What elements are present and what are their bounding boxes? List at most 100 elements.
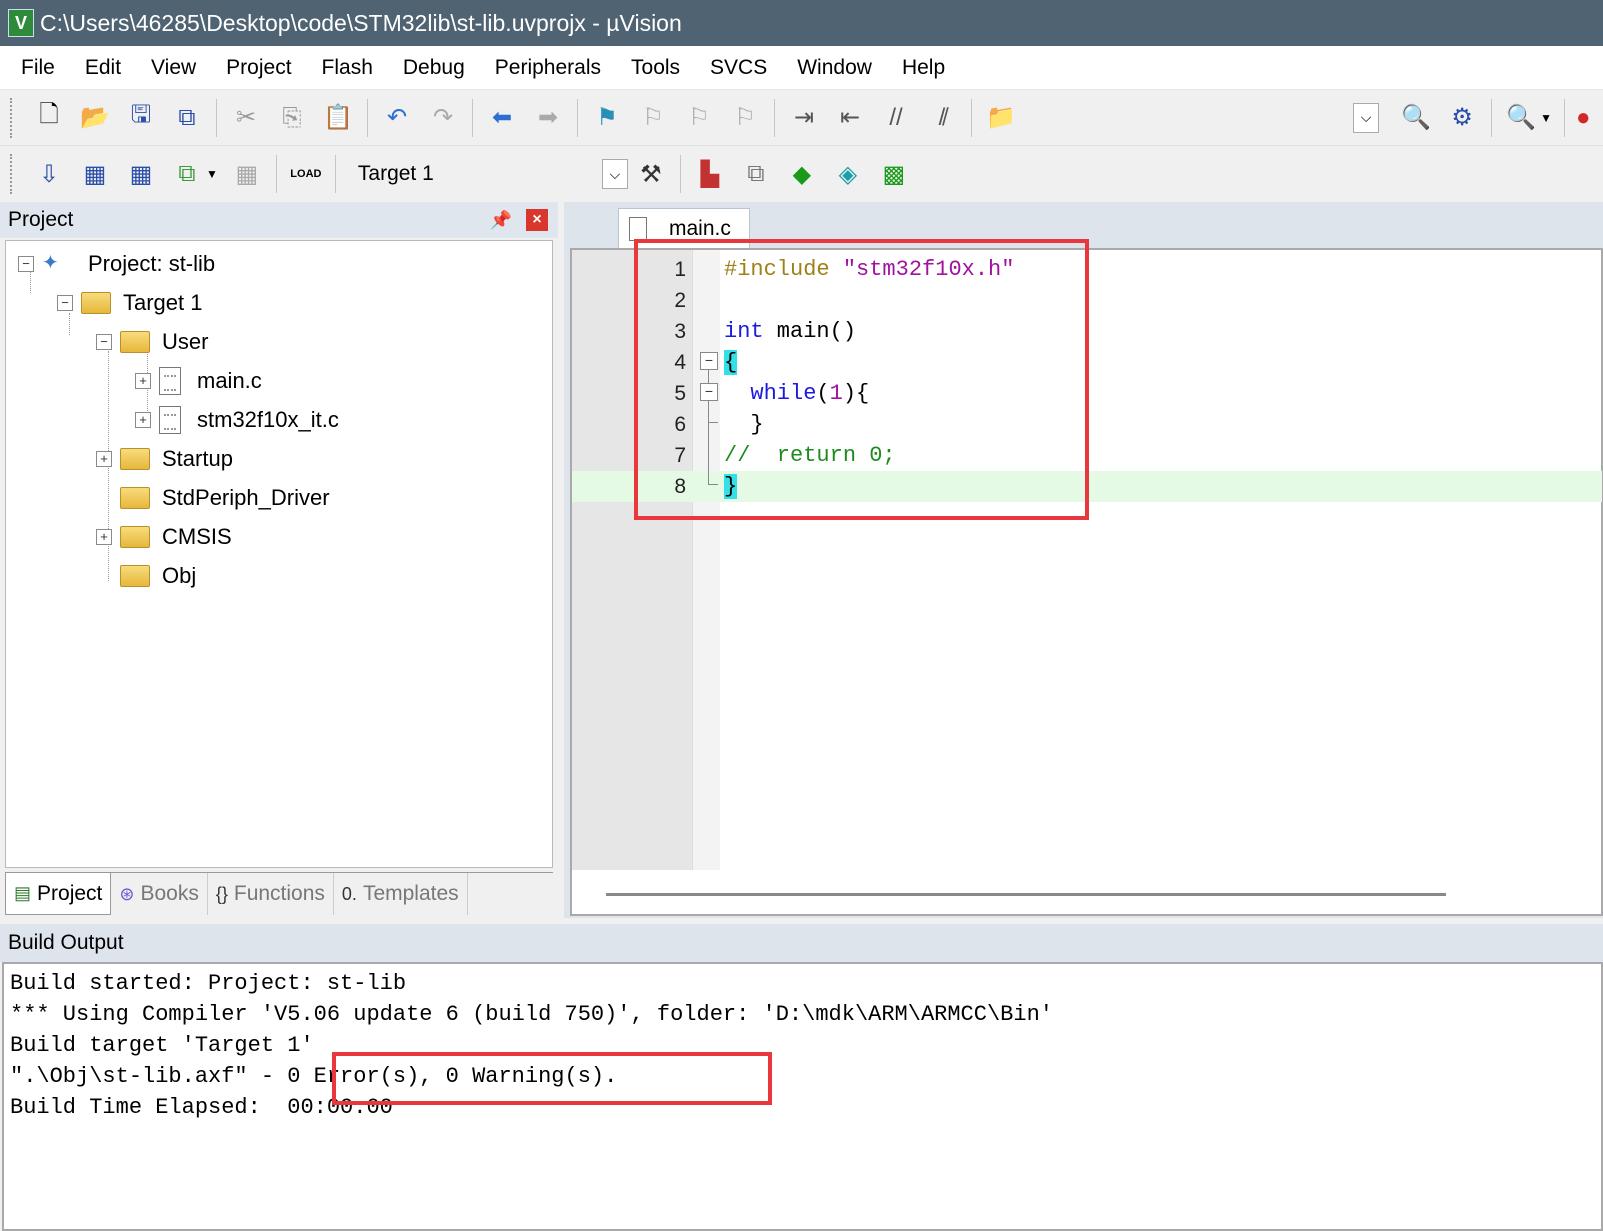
rebuild-icon[interactable]: ▦ [123, 156, 159, 192]
tree-item-label: Obj [162, 563, 197, 588]
tree-item-file-main[interactable]: + main.c [135, 362, 262, 400]
toolbar-grip[interactable] [10, 97, 14, 138]
tab-label: Functions [233, 882, 325, 905]
c-file-icon [159, 406, 181, 434]
find-in-files-icon[interactable]: 📁 [983, 100, 1019, 136]
bookmark-icon[interactable]: ⚑ [589, 100, 625, 136]
build-icon[interactable]: ▦ [77, 156, 113, 192]
toolbar-grip[interactable] [10, 154, 14, 194]
navigate-back-icon[interactable]: ⬅ [484, 100, 520, 136]
close-icon[interactable]: × [526, 209, 548, 231]
toolbar-separator [216, 98, 217, 137]
find-dropdown-arrow[interactable]: ⌵ [1353, 102, 1380, 133]
menu-view[interactable]: View [136, 56, 211, 80]
tab-books[interactable]: ⊛ Books [111, 873, 208, 915]
menu-help[interactable]: Help [887, 56, 960, 80]
build-output-header: Build Output [0, 924, 1603, 962]
menu-debug[interactable]: Debug [388, 56, 480, 80]
menu-tools[interactable]: Tools [616, 56, 695, 80]
breakpoint-icon[interactable]: ● [1576, 100, 1598, 136]
tree-item-group-startup[interactable]: + Startup [96, 440, 233, 478]
tree-item-target[interactable]: − Target 1 [57, 284, 203, 322]
tab-label: Project [37, 881, 103, 905]
chevron-down-icon[interactable]: ⌵ [601, 159, 628, 189]
uncomment-icon[interactable]: /̸ [924, 100, 960, 136]
redo-icon[interactable]: ↷ [425, 100, 461, 136]
manage-project-items-icon[interactable]: ▙ [692, 156, 728, 192]
save-icon[interactable]: 🖫 [123, 100, 159, 136]
collapse-icon[interactable]: − [18, 256, 34, 272]
tree-item-label: Target 1 [123, 290, 203, 315]
target-folder-icon [81, 292, 111, 314]
menu-file[interactable]: File [6, 56, 70, 80]
tree-item-group-obj[interactable]: Obj [96, 557, 196, 595]
configure-icon[interactable]: 🔍 [1503, 100, 1539, 136]
tree-item-group-user[interactable]: − User [96, 323, 208, 361]
build-output-pane[interactable]: Build started: Project: st-lib *** Using… [2, 962, 1603, 1231]
next-bookmark-icon[interactable]: ⚐ [681, 100, 717, 136]
stop-build-icon[interactable]: ▦ [229, 156, 265, 192]
tab-functions[interactable]: {} Functions [208, 873, 334, 915]
tree-item-file-it[interactable]: + stm32f10x_it.c [135, 401, 339, 439]
menu-flash[interactable]: Flash [307, 56, 388, 80]
toolbar-separator [472, 98, 473, 137]
undo-icon[interactable]: ↶ [379, 100, 415, 136]
toolbar-separator [1491, 98, 1493, 137]
toolbar-separator [367, 98, 368, 137]
menu-project[interactable]: Project [211, 56, 306, 80]
toolbar-separator [1564, 98, 1565, 137]
editor-tab-label: main.c [669, 216, 731, 240]
menu-window[interactable]: Window [782, 56, 887, 80]
indent-icon[interactable]: ⇥ [786, 100, 822, 136]
unindent-icon[interactable]: ⇤ [832, 100, 868, 136]
new-file-icon[interactable]: 🗋 [31, 100, 67, 136]
download-load-icon[interactable]: LOAD [288, 156, 324, 192]
tab-label: Templates [362, 882, 459, 905]
menu-svcs[interactable]: SVCS [695, 56, 782, 80]
select-packs-icon[interactable]: ◈ [830, 156, 866, 192]
books-icon: ⊛ [119, 883, 135, 904]
pin-icon[interactable]: 📌 [490, 210, 512, 231]
batch-build-dropdown-icon[interactable]: ▼ [206, 167, 218, 181]
file-extensions-icon[interactable]: ⧉ [738, 156, 774, 192]
window-title: C:\Users\46285\Desktop\code\STM32lib\st-… [40, 9, 682, 36]
translate-icon[interactable]: ⇩ [31, 156, 67, 192]
prev-bookmark-icon[interactable]: ⚐ [635, 100, 671, 136]
folder-open-icon [120, 331, 150, 353]
folder-icon [120, 487, 150, 509]
target-select[interactable]: Target 1 ⌵ [348, 156, 628, 192]
paste-icon[interactable]: 📋 [320, 100, 356, 136]
tab-project[interactable]: ▤ Project [5, 873, 112, 915]
debug-session-icon[interactable]: ⚙ [1444, 100, 1480, 136]
tree-item-project[interactable]: − ✦ Project: st-lib [18, 245, 215, 283]
expand-icon[interactable]: + [135, 412, 151, 428]
navigate-forward-icon[interactable]: ➡ [530, 100, 566, 136]
tab-templates[interactable]: 0. Templates [334, 873, 468, 915]
expand-icon[interactable]: + [96, 529, 112, 545]
open-file-icon[interactable]: 📂 [77, 100, 113, 136]
batch-build-icon[interactable]: ⧉ [169, 156, 205, 192]
clear-bookmarks-icon[interactable]: ⚐ [727, 100, 763, 136]
manage-run-time-icon[interactable]: ◆ [784, 156, 820, 192]
folder-icon [120, 565, 150, 587]
save-all-icon[interactable]: ⧉ [169, 100, 205, 136]
configure-dropdown-icon[interactable]: ▼ [1540, 111, 1552, 125]
expand-icon[interactable]: + [96, 451, 112, 467]
pack-installer-icon[interactable]: ▩ [876, 156, 912, 192]
menu-edit[interactable]: Edit [70, 56, 136, 80]
target-options-icon[interactable]: ⚒ [633, 156, 669, 192]
expand-icon[interactable]: + [135, 373, 151, 389]
copy-icon[interactable]: ⎘ [274, 100, 310, 136]
collapse-icon[interactable]: − [57, 295, 73, 311]
menu-peripherals[interactable]: Peripherals [480, 56, 616, 80]
cut-icon[interactable]: ✂ [228, 100, 264, 136]
incremental-find-icon[interactable]: 🔍 [1398, 100, 1434, 136]
project-panel-header: Project 📌 × [0, 202, 558, 238]
toolbar-separator [774, 98, 775, 137]
build-output-title: Build Output [8, 931, 124, 954]
horizontal-scrollbar[interactable] [606, 893, 1446, 896]
tree-item-group-stdperiph[interactable]: StdPeriph_Driver [96, 479, 330, 517]
tree-item-group-cmsis[interactable]: + CMSIS [96, 518, 232, 556]
collapse-icon[interactable]: − [96, 334, 112, 350]
comment-icon[interactable]: // [878, 100, 914, 136]
